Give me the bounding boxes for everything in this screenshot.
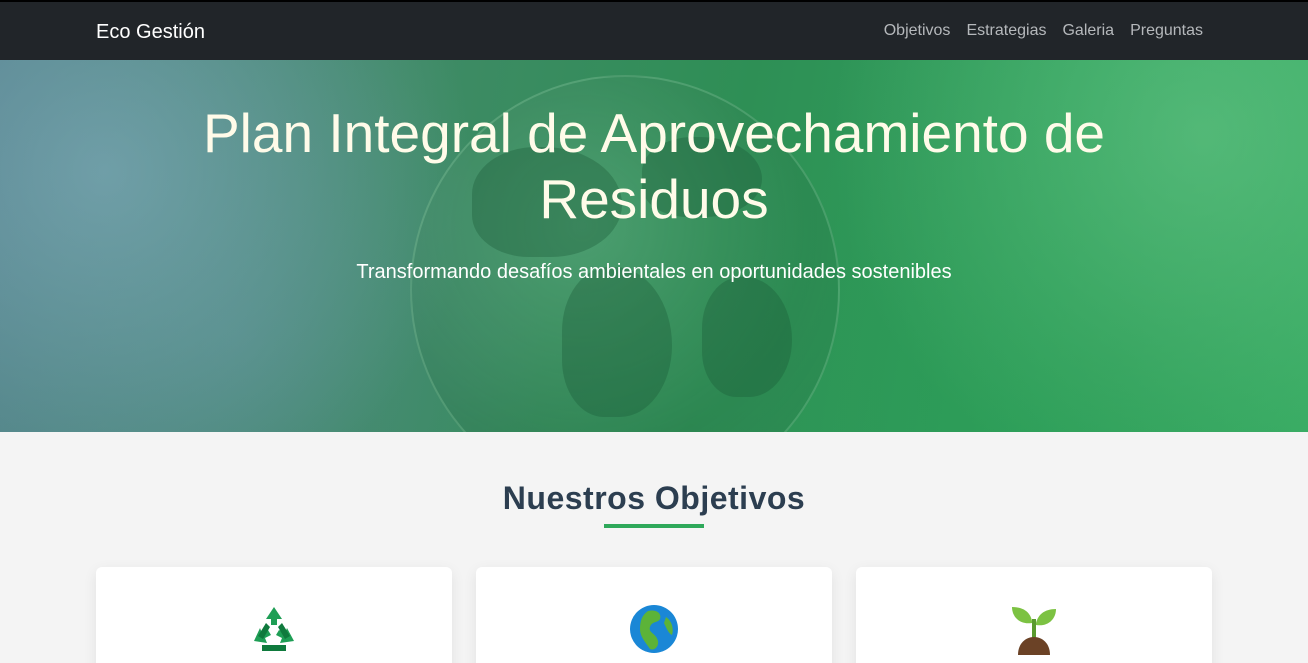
objective-card-seedling: [856, 567, 1212, 663]
brand-logo-link[interactable]: Eco Gestión: [96, 21, 205, 44]
hero-subtitle: Transformando desafíos ambientales en op…: [356, 261, 952, 283]
navbar: Eco Gestión Objetivos Estrategias Galeri…: [0, 0, 1308, 60]
nav-link-galeria[interactable]: Galeria: [1062, 22, 1114, 40]
nav-link-objetivos[interactable]: Objetivos: [884, 22, 951, 40]
objectives-section-title: Nuestros Objetivos: [502, 480, 806, 516]
hero-title: Plan Integral de Aprovechamiento de Resi…: [203, 102, 1105, 230]
hero-section: Plan Integral de Aprovechamiento de Resi…: [0, 60, 1308, 432]
title-underline: [604, 524, 704, 528]
earth-globe-icon: [630, 605, 678, 653]
nav-links: Objetivos Estrategias Galeria Preguntas: [884, 22, 1203, 40]
objective-card-earth: [476, 567, 832, 663]
nav-link-preguntas[interactable]: Preguntas: [1130, 22, 1203, 40]
objective-card-recycle: [96, 567, 452, 663]
recycle-icon: [254, 607, 294, 651]
nav-link-estrategias[interactable]: Estrategias: [966, 22, 1046, 40]
seedling-icon: [1012, 607, 1056, 655]
